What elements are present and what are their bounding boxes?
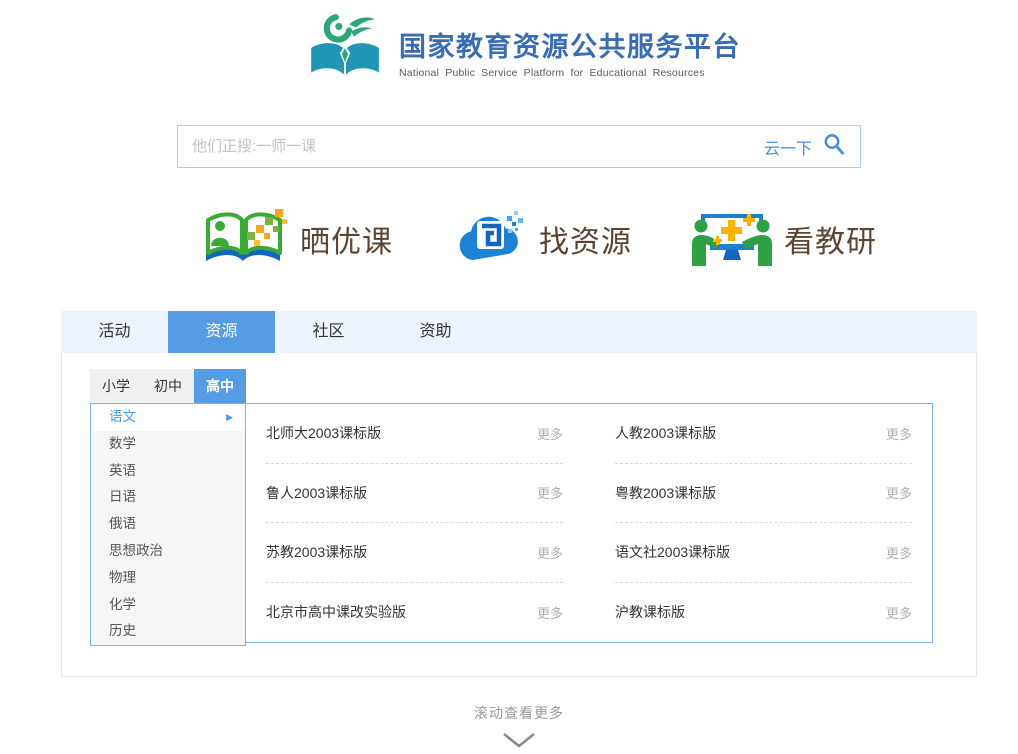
edition-cell: 语文社2003课标版 更多 [615, 523, 912, 583]
chevron-down-icon[interactable] [10, 731, 1018, 754]
logo-text-block: 国家教育资源公共服务平台 National Public Service Pla… [399, 25, 741, 79]
subject-editions-area: 语文 ▶ 数学 英语 日语 俄语 思想政治 [90, 403, 976, 646]
tab-junior-high[interactable]: 初中 [142, 369, 194, 403]
sidebar-item-chemistry[interactable]: 化学 [91, 592, 245, 619]
subject-label: 英语 [109, 458, 136, 485]
feature-shortcuts: 晒优课 找资源 [198, 204, 1018, 273]
edition-cell: 人教2003课标版 更多 [615, 404, 912, 464]
teaching-research-meeting-icon [690, 204, 774, 273]
search-submit[interactable]: 云一下 [764, 132, 846, 161]
sidebar-item-math[interactable]: 数学 [91, 431, 245, 458]
editions-row: 鲁人2003课标版 更多 粤教2003课标版 更多 [266, 464, 912, 524]
tab-community[interactable]: 社区 [275, 311, 382, 353]
more-link[interactable]: 更多 [537, 483, 563, 502]
search-icon[interactable] [822, 132, 846, 161]
editions-row: 北师大2003课标版 更多 人教2003课标版 更多 [266, 404, 912, 464]
more-link[interactable]: 更多 [886, 543, 912, 562]
subject-label: 数学 [109, 431, 136, 458]
edition-name[interactable]: 北师大2003课标版 [266, 423, 381, 443]
feature-label[interactable]: 找资源 [539, 217, 632, 261]
tab-resources[interactable]: 资源 [168, 311, 275, 353]
edition-name[interactable]: 人教2003课标版 [615, 423, 716, 443]
more-link[interactable]: 更多 [886, 424, 912, 443]
scroll-hint-text: 滚动查看更多 [10, 703, 1018, 723]
edition-name[interactable]: 北京市高中课改实验版 [266, 602, 406, 622]
edition-cell: 沪教课标版 更多 [615, 583, 912, 643]
editions-row: 苏教2003课标版 更多 语文社2003课标版 更多 [266, 523, 912, 583]
edition-name[interactable]: 沪教课标版 [615, 602, 685, 622]
edition-name[interactable]: 苏教2003课标版 [266, 542, 367, 562]
school-level-tabs: 小学 初中 高中 [90, 369, 976, 403]
search-action-label[interactable]: 云一下 [764, 135, 812, 159]
more-link[interactable]: 更多 [886, 483, 912, 502]
sidebar-item-russian[interactable]: 俄语 [91, 511, 245, 538]
edition-cell: 苏教2003课标版 更多 [266, 523, 563, 583]
page-title: 国家教育资源公共服务平台 [399, 25, 741, 64]
subject-label: 思想政治 [109, 538, 163, 565]
more-link[interactable]: 更多 [537, 603, 563, 622]
subject-label: 语文 [109, 404, 136, 431]
edition-cell: 北师大2003课标版 更多 [266, 404, 563, 464]
sidebar-item-english[interactable]: 英语 [91, 458, 245, 485]
subject-label: 化学 [109, 592, 136, 619]
edition-name[interactable]: 鲁人2003课标版 [266, 483, 367, 503]
tab-funding[interactable]: 资助 [382, 311, 489, 353]
tab-activities[interactable]: 活动 [61, 311, 168, 353]
subject-label: 历史 [109, 618, 136, 645]
subject-label: 日语 [109, 484, 136, 511]
share-courses-book-icon [198, 204, 290, 273]
feature-label[interactable]: 看教研 [784, 217, 877, 261]
edition-cell: 鲁人2003课标版 更多 [266, 464, 563, 524]
sidebar-item-politics[interactable]: 思想政治 [91, 538, 245, 565]
subject-menu: 语文 ▶ 数学 英语 日语 俄语 思想政治 [90, 403, 246, 646]
edition-cell: 北京市高中课改实验版 更多 [266, 583, 563, 643]
edition-cell: 粤教2003课标版 更多 [615, 464, 912, 524]
editions-row: 北京市高中课改实验版 更多 沪教课标版 更多 [266, 583, 912, 643]
subject-label: 物理 [109, 565, 136, 592]
tab-senior-high[interactable]: 高中 [194, 369, 246, 403]
feature-teaching-research[interactable]: 看教研 [690, 204, 877, 273]
subject-label: 俄语 [109, 511, 136, 538]
tab-primary-school[interactable]: 小学 [90, 369, 142, 403]
sidebar-item-physics[interactable]: 物理 [91, 565, 245, 592]
chevron-right-icon: ▶ [226, 404, 233, 431]
resources-body: 小学 初中 高中 语文 ▶ 数学 英语 日语 俄语 [61, 353, 977, 677]
feature-label[interactable]: 晒优课 [300, 217, 393, 261]
more-link[interactable]: 更多 [886, 603, 912, 622]
site-header: 国家教育资源公共服务平台 National Public Service Pla… [14, 0, 1018, 89]
scroll-more-footer: 滚动查看更多 [10, 703, 1018, 754]
editions-grid: 北师大2003课标版 更多 人教2003课标版 更多 鲁人2003课标版 更多 [246, 404, 932, 642]
feature-share-courses[interactable]: 晒优课 [198, 204, 393, 273]
edition-name[interactable]: 粤教2003课标版 [615, 483, 716, 503]
main-tabbar: 活动 资源 社区 资助 [61, 311, 977, 353]
find-resources-cloud-icon [451, 204, 529, 273]
main-panel: 活动 资源 社区 资助 小学 初中 高中 语文 ▶ 数学 英语 [61, 311, 977, 677]
platform-logo-icon [305, 14, 385, 89]
edition-name[interactable]: 语文社2003课标版 [615, 542, 730, 562]
search-bar: 云一下 [177, 125, 861, 168]
sidebar-item-history[interactable]: 历史 [91, 618, 245, 645]
more-link[interactable]: 更多 [537, 543, 563, 562]
search-input[interactable] [192, 138, 764, 155]
page-subtitle: National Public Service Platform for Edu… [399, 67, 741, 79]
sidebar-item-japanese[interactable]: 日语 [91, 484, 245, 511]
more-link[interactable]: 更多 [537, 424, 563, 443]
feature-find-resources[interactable]: 找资源 [451, 204, 632, 273]
editions-panel: 北师大2003课标版 更多 人教2003课标版 更多 鲁人2003课标版 更多 [245, 403, 933, 643]
sidebar-item-chinese[interactable]: 语文 ▶ [91, 404, 245, 431]
